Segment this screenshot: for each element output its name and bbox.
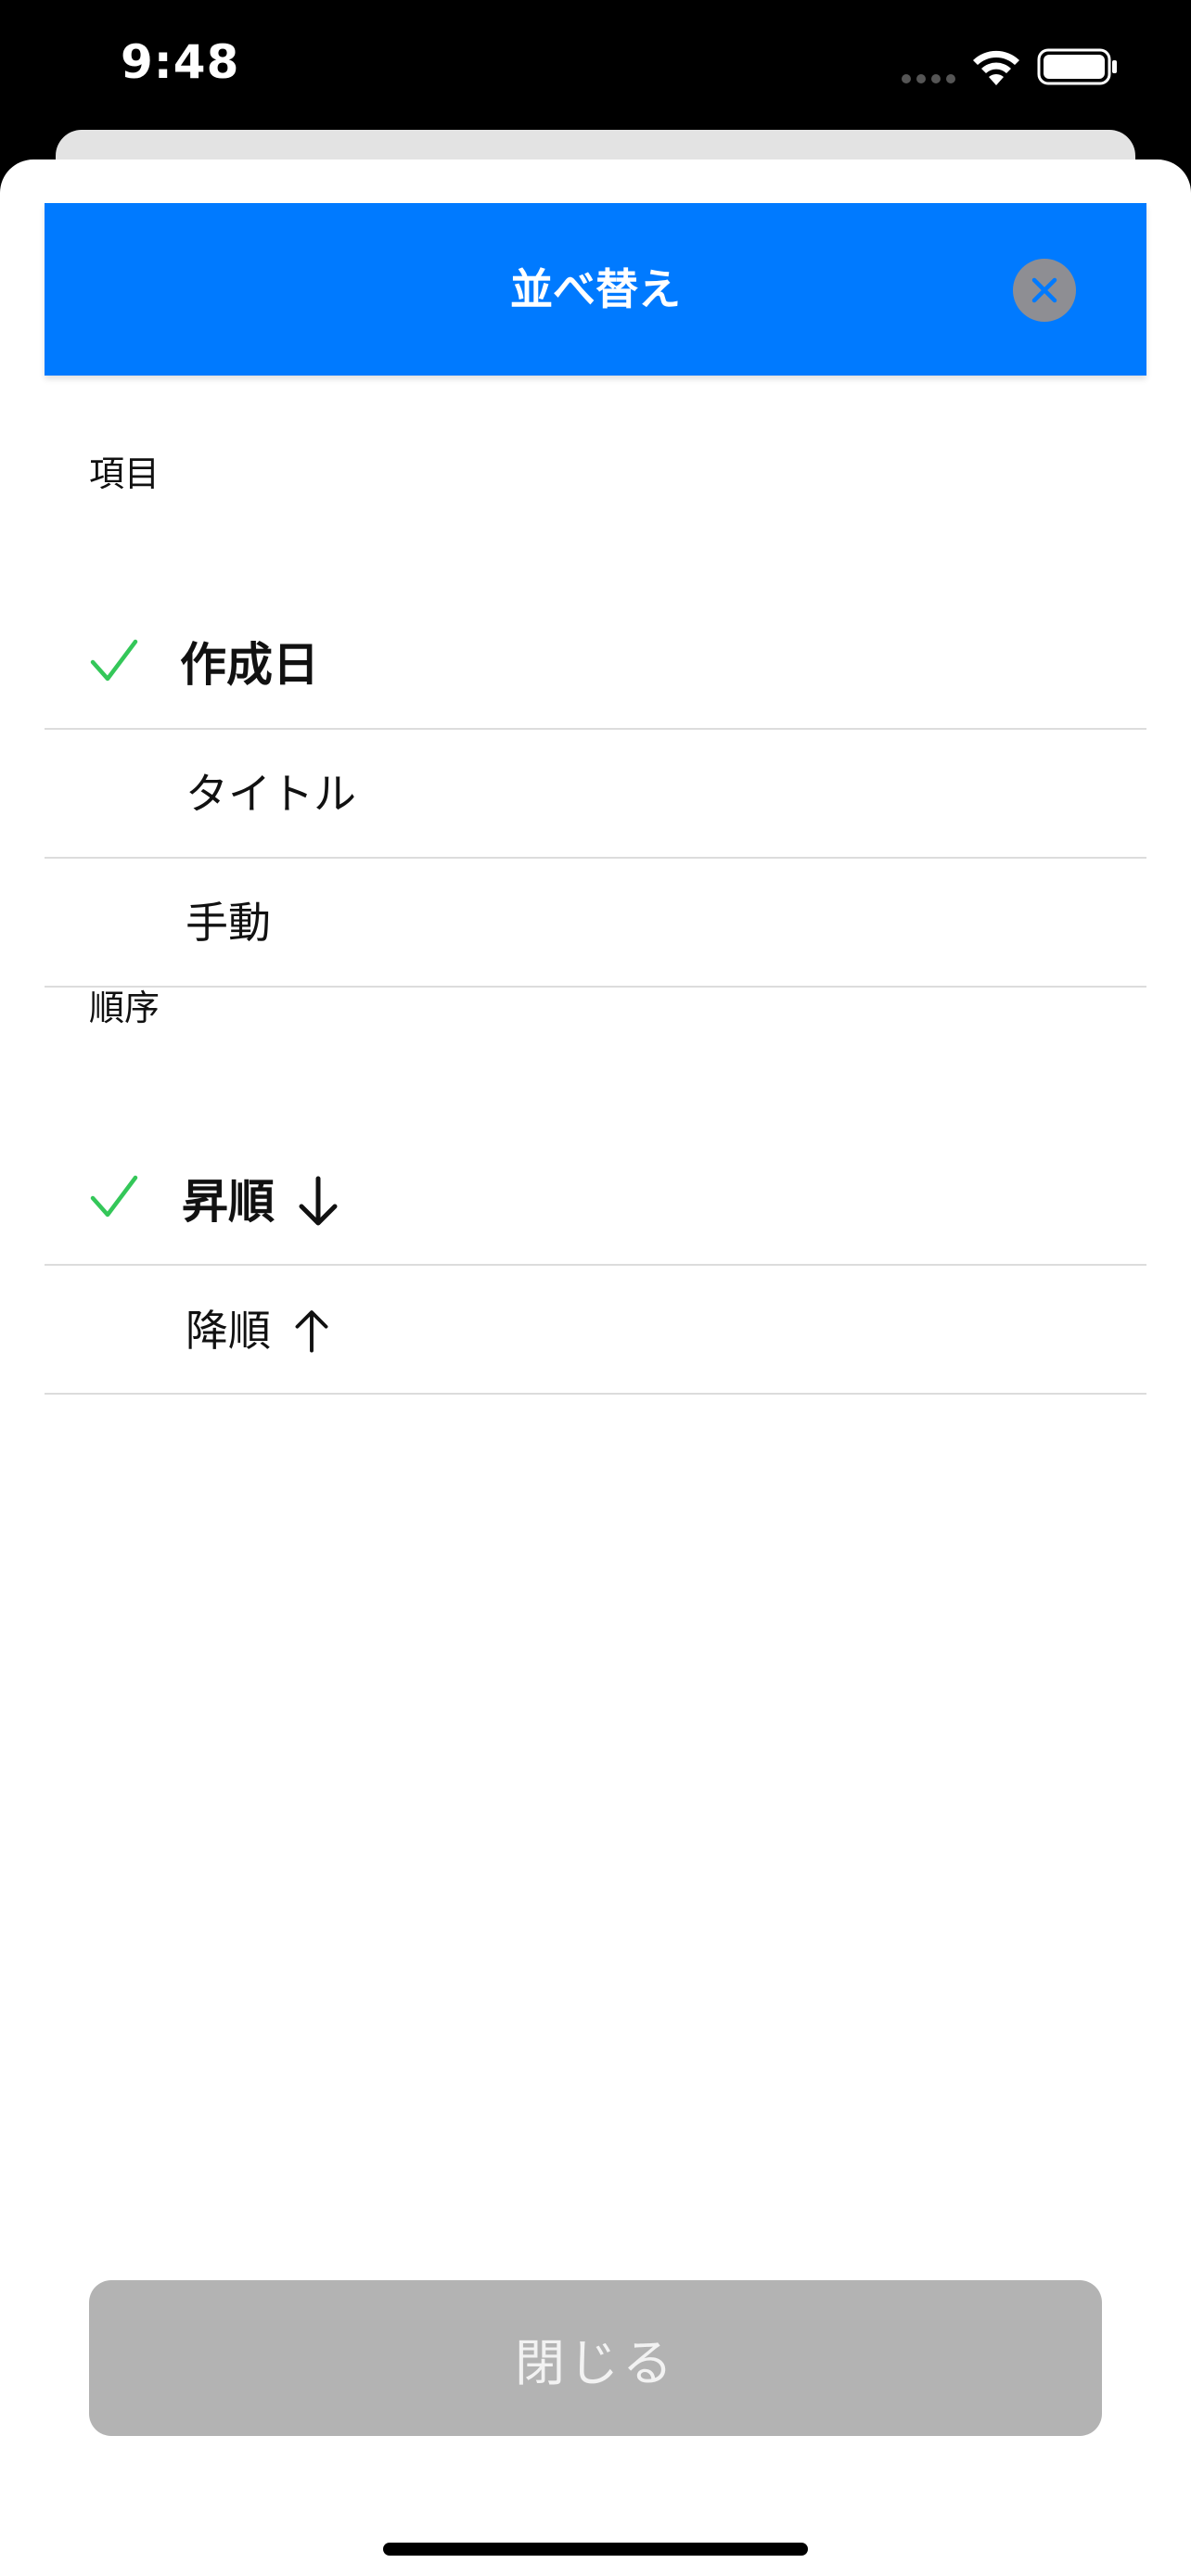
sort-option-label: 手動 xyxy=(186,898,271,948)
home-indicator[interactable] xyxy=(383,2543,808,2556)
sort-option-label: 作成日 xyxy=(180,638,319,692)
order-option-label-group: 降順 xyxy=(186,1266,330,1395)
sort-option-title[interactable]: タイトル xyxy=(45,730,1146,859)
section-label-order: 順序 xyxy=(89,988,160,1028)
sort-option-created-date[interactable]: 作成日 xyxy=(45,601,1146,730)
sheet-header: 並べ替え xyxy=(45,203,1146,376)
order-option-descending[interactable]: 降順 xyxy=(45,1266,1146,1395)
sort-sheet: 並べ替え 項目 作成日 タイトル 手動 順序 昇順 降順 閉じる xyxy=(0,159,1191,2576)
order-option-label-group: 昇順 xyxy=(182,1137,339,1266)
battery-icon xyxy=(1037,48,1117,85)
sort-option-label: タイトル xyxy=(186,769,356,819)
order-option-ascending[interactable]: 昇順 xyxy=(45,1137,1146,1266)
sheet-title: 並べ替え xyxy=(510,264,681,314)
cellular-signal-icon xyxy=(902,74,955,83)
status-time: 9:48 xyxy=(121,35,240,89)
close-button[interactable] xyxy=(1013,259,1076,322)
section-label-item: 項目 xyxy=(89,453,160,494)
phone-screen: 9:48 並べ替え 項目 作成日 タイトル 手動 順序 昇順 降順 閉じる xyxy=(0,0,1191,2576)
checkmark-icon xyxy=(90,639,138,682)
arrow-down-icon xyxy=(299,1176,338,1225)
order-option-label: 昇順 xyxy=(182,1174,275,1229)
sort-option-manual[interactable]: 手動 xyxy=(45,859,1146,988)
arrow-up-icon xyxy=(295,1309,328,1352)
close-icon xyxy=(1031,277,1057,303)
close-sheet-button[interactable]: 閉じる xyxy=(89,2280,1102,2436)
wifi-icon xyxy=(973,50,1019,85)
order-option-label: 降順 xyxy=(186,1305,271,1356)
checkmark-icon xyxy=(90,1175,138,1218)
